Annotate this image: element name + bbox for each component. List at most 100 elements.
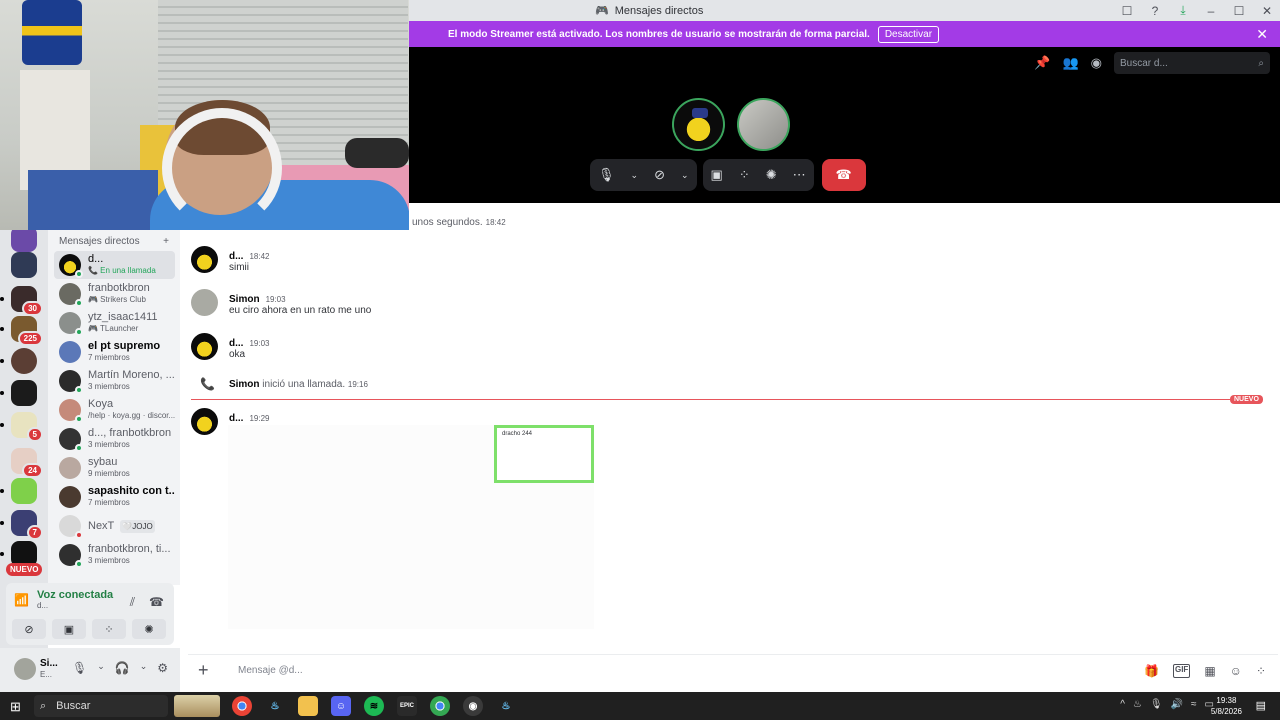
participant-avatar-d[interactable] xyxy=(672,98,725,151)
unread-pill xyxy=(0,297,4,301)
gif-icon[interactable]: GIF xyxy=(1172,664,1191,678)
avatar[interactable] xyxy=(191,246,218,273)
dm-search-input[interactable]: Buscar d... ⌕ xyxy=(1114,52,1270,74)
help-icon[interactable]: ? xyxy=(1148,4,1162,18)
dm-list: Mensajes directos + d... 📞 En una llamada… xyxy=(48,230,180,585)
pin-icon[interactable]: 📌 xyxy=(1034,55,1050,71)
dm-item[interactable]: d... 📞 En una llamada xyxy=(54,251,175,279)
status-dot xyxy=(75,299,83,307)
server-icon[interactable]: 225 xyxy=(0,316,43,346)
server-icon[interactable] xyxy=(11,252,37,278)
chevron-down-icon[interactable]: ⌄ xyxy=(97,661,105,675)
voice-title[interactable]: Voz conectada xyxy=(37,589,113,601)
maximize-button[interactable]: ☐ xyxy=(1232,4,1246,18)
message-input[interactable]: Mensaje @d... xyxy=(238,665,303,676)
message-author[interactable]: Simon xyxy=(229,294,260,305)
spotify-icon[interactable]: ≋ xyxy=(364,696,384,716)
sticker-icon[interactable]: ▦ xyxy=(1204,664,1215,678)
close-window-button[interactable]: ✕ xyxy=(1260,4,1274,18)
dm-item[interactable]: Martín Moreno, ... 3 miembros xyxy=(54,367,175,395)
wifi-icon[interactable]: ≈ xyxy=(1191,699,1197,710)
settings-gear-icon[interactable]: ⚙ xyxy=(157,661,168,675)
webcam-overlay xyxy=(0,0,409,230)
microphone-icon[interactable]: 🎙 xyxy=(72,661,87,675)
avatar[interactable] xyxy=(14,658,36,680)
dm-item[interactable]: Koya/help · koya.gg · discor... xyxy=(54,396,175,424)
server-icon[interactable]: 30 xyxy=(0,286,43,316)
inbox-icon[interactable]: ☐ xyxy=(1120,4,1134,18)
windows-start-icon[interactable]: ⊞ xyxy=(10,699,21,715)
profile-icon[interactable]: ◉ xyxy=(1091,55,1102,71)
microphone-tray-icon[interactable]: 🎙 xyxy=(1150,699,1163,710)
avatar[interactable] xyxy=(191,333,218,360)
notifications-icon[interactable]: ▤ xyxy=(1256,699,1266,712)
dm-item[interactable]: franbotkbron 🎮 Strikers Club xyxy=(54,280,175,308)
steam-icon[interactable]: ♨ xyxy=(265,696,285,716)
camera-off-button[interactable]: ⊘ xyxy=(12,619,46,639)
hang-up-button[interactable]: ☎ xyxy=(821,159,866,191)
chevron-down-icon[interactable]: ⌄ xyxy=(681,170,689,181)
discord-icon[interactable]: ☺ xyxy=(331,696,351,716)
avatar[interactable] xyxy=(191,289,218,316)
taskbar-search[interactable]: ⌕ Buscar xyxy=(34,695,168,717)
chevron-down-icon[interactable]: ⌄ xyxy=(631,170,639,181)
gift-icon[interactable]: 🎁 xyxy=(1144,664,1159,678)
add-attachment-icon[interactable]: + xyxy=(198,660,216,681)
disconnect-icon[interactable]: ☎ xyxy=(149,595,164,610)
minimize-button[interactable]: – xyxy=(1204,4,1218,18)
steam-tray-icon[interactable]: ♨ xyxy=(1133,699,1142,710)
tray-chevron-icon[interactable]: ^ xyxy=(1120,699,1125,710)
file-explorer-icon[interactable] xyxy=(298,696,318,716)
steam-icon[interactable]: ♨ xyxy=(496,696,516,716)
chrome-icon[interactable] xyxy=(232,696,252,716)
server-icon[interactable]: 24 xyxy=(11,448,43,478)
chevron-down-icon[interactable]: ⌄ xyxy=(140,661,148,675)
camera-off-icon[interactable]: ⊘ xyxy=(654,167,665,183)
dm-item[interactable]: ytz_isaac1411 🎮 TLauncher xyxy=(54,309,175,337)
dm-status: 📞 En una llamada xyxy=(88,266,156,275)
message-author[interactable]: d... xyxy=(229,413,243,424)
download-icon[interactable]: ⤓ xyxy=(1176,3,1190,18)
message-author[interactable]: d... xyxy=(229,251,243,262)
message-author[interactable]: d... xyxy=(229,338,243,349)
obs-icon[interactable]: ◉ xyxy=(463,696,483,716)
server-icon[interactable] xyxy=(0,478,37,504)
activities-button[interactable]: ⁘ xyxy=(92,619,126,639)
widgets-icon[interactable] xyxy=(174,695,220,717)
activity-controls: ▣ ⁘ ✺ ⋯ xyxy=(702,159,814,191)
soundboard-button[interactable]: ✺ xyxy=(132,619,166,639)
server-icon[interactable]: 7 xyxy=(0,510,43,540)
dm-item[interactable]: d..., franbotkbron 3 miembros xyxy=(54,425,175,453)
close-banner-icon[interactable]: ✕ xyxy=(1256,26,1268,43)
screen-share-icon[interactable]: ▣ xyxy=(711,167,723,183)
dm-item[interactable]: NexT 🤍JOJO xyxy=(54,512,175,540)
dm-item[interactable]: franbotkbron, ti... 3 miembros xyxy=(54,541,175,569)
dm-item[interactable]: el pt supremo 7 miembros xyxy=(54,338,175,366)
server-icon[interactable] xyxy=(0,348,37,374)
microphone-icon[interactable]: 🎙 xyxy=(598,167,615,183)
status-dot xyxy=(75,328,83,336)
server-icon[interactable] xyxy=(0,380,37,406)
screen-share-button[interactable]: ▣ xyxy=(52,619,86,639)
chrome-icon[interactable] xyxy=(430,696,450,716)
system-author[interactable]: Simon xyxy=(229,379,260,390)
dm-item[interactable]: sybau 9 miembros xyxy=(54,454,175,482)
server-icon[interactable]: 5 xyxy=(0,412,43,442)
message-embed-image[interactable]: dracho 244 xyxy=(494,425,594,483)
deactivate-streamer-button[interactable]: Desactivar xyxy=(877,25,940,43)
soundboard-icon[interactable]: ✺ xyxy=(766,167,777,183)
apps-icon[interactable]: ⁘ xyxy=(1256,664,1266,678)
participant-avatar-simon[interactable] xyxy=(737,98,790,151)
epic-games-icon[interactable]: EPIC xyxy=(397,696,417,716)
more-icon[interactable]: ⋯ xyxy=(793,167,806,183)
volume-icon[interactable]: 🔊 xyxy=(1171,699,1183,710)
activities-icon[interactable]: ⁘ xyxy=(739,167,750,183)
add-friend-icon[interactable]: 👥 xyxy=(1062,55,1078,71)
noise-suppression-icon[interactable]: ⫽ xyxy=(130,595,135,610)
emoji-icon[interactable]: ☺ xyxy=(1230,664,1242,678)
headphones-icon[interactable]: 🎧 xyxy=(115,661,130,675)
dm-item[interactable]: sapashito con t... 7 miembros xyxy=(54,483,175,511)
create-dm-icon[interactable]: + xyxy=(163,236,169,247)
avatar[interactable] xyxy=(191,408,218,435)
taskbar-clock[interactable]: 19:38 5/8/2026 xyxy=(1211,695,1242,717)
